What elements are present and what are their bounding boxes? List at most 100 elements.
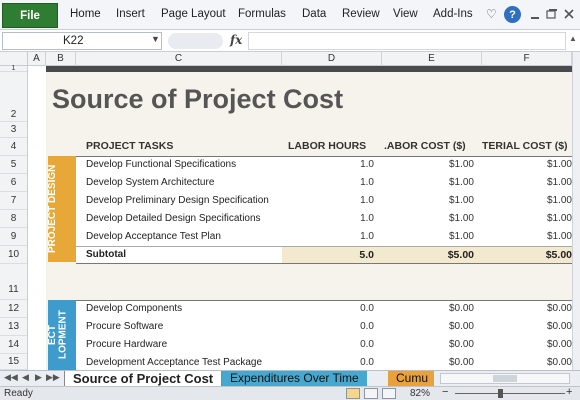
labor-cost-cell[interactable]: $1.00 bbox=[449, 195, 474, 206]
labor-cost-cell[interactable]: $0.00 bbox=[449, 321, 474, 332]
tab-expenditures-over-time[interactable]: Expenditures Over Time bbox=[222, 371, 367, 386]
labor-hours-cell[interactable]: 0.0 bbox=[360, 357, 374, 368]
labor-hours-cell[interactable]: 0.0 bbox=[360, 339, 374, 350]
material-cost-cell[interactable]: $1.00 bbox=[547, 177, 572, 188]
labor-cost-cell[interactable]: $1.00 bbox=[449, 159, 474, 170]
labor-hours-cell[interactable]: 1.0 bbox=[360, 159, 374, 170]
tab-cumulative[interactable]: Cumu bbox=[388, 371, 434, 386]
tab-page-layout[interactable]: Page Layout bbox=[161, 8, 226, 20]
row-header-8[interactable]: 8 bbox=[0, 210, 27, 228]
formula-bar-splitter[interactable] bbox=[168, 33, 223, 49]
tab-review[interactable]: Review bbox=[342, 8, 380, 20]
header-material-cost[interactable]: TERIAL COST ($) bbox=[482, 140, 568, 152]
task-cell[interactable]: Procure Software bbox=[86, 321, 163, 332]
material-cost-cell[interactable]: $0.00 bbox=[547, 357, 572, 368]
last-sheet-icon[interactable]: ▶▶ bbox=[46, 372, 60, 383]
tab-data[interactable]: Data bbox=[302, 8, 326, 20]
select-all-button[interactable] bbox=[0, 52, 28, 66]
task-cell[interactable]: Develop Detailed Design Specifications bbox=[86, 213, 261, 224]
heart-icon[interactable]: ♡ bbox=[486, 7, 497, 21]
labor-hours-cell[interactable]: 1.0 bbox=[360, 195, 374, 206]
column-header-d[interactable]: D bbox=[282, 52, 382, 66]
labor-cost-cell[interactable]: $0.00 bbox=[449, 339, 474, 350]
column-header-b[interactable]: B bbox=[46, 52, 76, 66]
subtotal-row[interactable]: Subtotal 5.0 $5.00 $5.00 bbox=[76, 246, 572, 264]
page-layout-view-icon[interactable] bbox=[364, 388, 378, 399]
worksheet-grid[interactable]: Source of Project Cost PROJECT TASKS LAB… bbox=[28, 66, 572, 370]
row-header-4[interactable]: 4 bbox=[0, 138, 27, 156]
horizontal-scroll-thumb[interactable] bbox=[493, 375, 517, 382]
row-header-7[interactable]: 7 bbox=[0, 192, 27, 210]
column-header-e[interactable]: E bbox=[382, 52, 482, 66]
task-cell[interactable]: Develop Components bbox=[86, 303, 182, 314]
column-header-c[interactable]: C bbox=[76, 52, 282, 66]
insert-function-icon[interactable]: fx bbox=[230, 33, 242, 47]
labor-cost-cell[interactable]: $1.00 bbox=[449, 231, 474, 242]
first-sheet-icon[interactable]: ◀◀ bbox=[4, 372, 18, 383]
task-cell[interactable]: Development Acceptance Test Package bbox=[86, 357, 262, 368]
task-cell[interactable]: Develop System Architecture bbox=[86, 177, 214, 188]
material-cost-cell[interactable]: $0.00 bbox=[547, 339, 572, 350]
zoom-out-icon[interactable]: − bbox=[442, 386, 448, 398]
tab-formulas[interactable]: Formulas bbox=[238, 8, 286, 20]
labor-cost-cell[interactable]: $1.00 bbox=[449, 177, 474, 188]
zoom-slider-thumb[interactable] bbox=[498, 389, 503, 398]
header-labor-cost[interactable]: .ABOR COST ($) bbox=[384, 140, 466, 152]
row-header-5[interactable]: 5 bbox=[0, 156, 27, 174]
labor-hours-cell[interactable]: 1.0 bbox=[360, 177, 374, 188]
file-tab[interactable]: File bbox=[2, 3, 58, 28]
tab-insert[interactable]: Insert bbox=[116, 8, 145, 20]
name-box[interactable]: K22 ▼ bbox=[2, 32, 162, 50]
tab-source-of-project-cost[interactable]: Source of Project Cost bbox=[64, 371, 223, 386]
header-labor-hours[interactable]: LABOR HOURS bbox=[288, 140, 366, 152]
next-sheet-icon[interactable]: ▶ bbox=[35, 372, 42, 383]
labor-hours-cell[interactable]: 0.0 bbox=[360, 321, 374, 332]
labor-cost-cell[interactable]: $0.00 bbox=[449, 303, 474, 314]
zoom-in-icon[interactable]: + bbox=[566, 386, 572, 398]
material-cost-cell[interactable]: $1.00 bbox=[547, 231, 572, 242]
tab-add-ins[interactable]: Add-Ins bbox=[433, 8, 473, 20]
restore-icon[interactable] bbox=[546, 9, 557, 19]
row-header-15[interactable]: 15 bbox=[0, 354, 27, 370]
row-header-6[interactable]: 6 bbox=[0, 174, 27, 192]
normal-view-icon[interactable] bbox=[346, 388, 360, 399]
sheet-title[interactable]: Source of Project Cost bbox=[52, 84, 343, 115]
tab-home[interactable]: Home bbox=[70, 8, 101, 20]
labor-hours-cell[interactable]: 1.0 bbox=[360, 213, 374, 224]
task-cell[interactable]: Develop Functional Specifications bbox=[86, 159, 236, 170]
header-project-tasks[interactable]: PROJECT TASKS bbox=[86, 140, 173, 152]
row-header-10[interactable]: 10 bbox=[0, 246, 27, 264]
chevron-down-icon[interactable]: ▼ bbox=[151, 34, 160, 44]
help-icon[interactable]: ? bbox=[504, 6, 521, 23]
close-icon[interactable] bbox=[564, 9, 574, 19]
formula-input[interactable] bbox=[248, 32, 566, 50]
vertical-scrollbar[interactable] bbox=[572, 52, 580, 370]
material-cost-cell[interactable]: $0.00 bbox=[547, 303, 572, 314]
row-header-12[interactable]: 12 bbox=[0, 300, 27, 318]
labor-hours-cell[interactable]: 0.0 bbox=[360, 303, 374, 314]
prev-sheet-icon[interactable]: ◀ bbox=[22, 372, 29, 383]
task-cell[interactable]: Develop Acceptance Test Plan bbox=[86, 231, 221, 242]
row-header-14[interactable]: 14 bbox=[0, 336, 27, 354]
labor-cost-cell[interactable]: $0.00 bbox=[449, 357, 474, 368]
tab-view[interactable]: View bbox=[393, 8, 418, 20]
material-cost-cell[interactable]: $0.00 bbox=[547, 321, 572, 332]
row-header-13[interactable]: 13 bbox=[0, 318, 27, 336]
minimize-icon[interactable] bbox=[531, 17, 539, 19]
zoom-level[interactable]: 82% bbox=[410, 388, 430, 399]
material-cost-cell[interactable]: $1.00 bbox=[547, 159, 572, 170]
row-header-3[interactable]: 3 bbox=[0, 122, 27, 138]
zoom-slider[interactable] bbox=[455, 393, 565, 394]
horizontal-scrollbar[interactable] bbox=[440, 373, 570, 384]
material-cost-cell[interactable]: $1.00 bbox=[547, 213, 572, 224]
material-cost-cell[interactable]: $1.00 bbox=[547, 195, 572, 206]
task-cell[interactable]: Procure Hardware bbox=[86, 339, 167, 350]
column-header-f[interactable]: F bbox=[482, 52, 572, 66]
row-header-11[interactable]: 11 bbox=[0, 264, 27, 300]
row-header-2[interactable]: 2 bbox=[0, 72, 27, 122]
expand-formula-bar-icon[interactable]: ▲ bbox=[569, 34, 577, 43]
labor-cost-cell[interactable]: $1.00 bbox=[449, 213, 474, 224]
row-header-9[interactable]: 9 bbox=[0, 228, 27, 246]
page-break-preview-icon[interactable] bbox=[382, 388, 396, 399]
labor-hours-cell[interactable]: 1.0 bbox=[360, 231, 374, 242]
